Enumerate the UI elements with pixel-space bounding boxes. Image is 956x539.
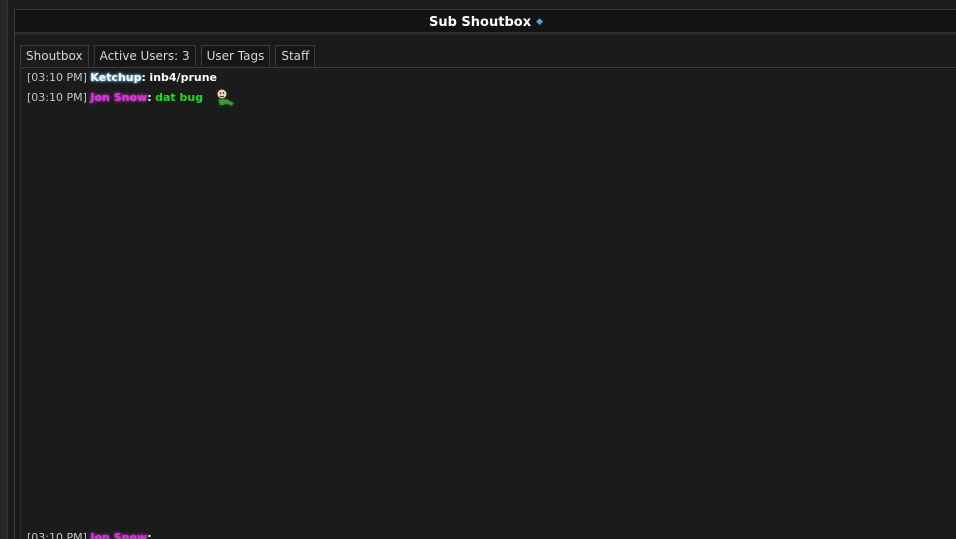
message-separator: : xyxy=(147,531,152,539)
shoutbox-panel: Sub Shoutbox ◆ Shoutbox Active Users: 3 U… xyxy=(14,9,956,539)
tab-user-tags[interactable]: User Tags xyxy=(200,45,271,66)
titlebar-divider xyxy=(15,33,956,35)
chat-message: [03:10 PM] Ketchup: inb4/prune xyxy=(27,69,217,87)
shoutbox-tabs: Shoutbox Active Users: 3 User Tags Staff xyxy=(20,45,316,67)
chat-message-list[interactable]: [03:10 PM] Ketchup: inb4/prune [03:10 PM… xyxy=(20,67,956,539)
message-username[interactable]: Ketchup xyxy=(90,71,141,84)
shoutbox-titlebar: Sub Shoutbox ◆ xyxy=(15,10,956,33)
message-text: dat bug xyxy=(155,91,204,104)
message-timestamp: [03:10 PM] xyxy=(27,531,87,539)
tab-staff[interactable]: Staff xyxy=(275,45,316,66)
message-username[interactable]: Jon Snow xyxy=(90,91,147,104)
message-timestamp: [03:10 PM] xyxy=(27,91,87,104)
diamond-icon: ◆ xyxy=(536,17,543,27)
tab-active-users[interactable]: Active Users: 3 xyxy=(93,45,196,66)
left-rail xyxy=(0,0,8,539)
chat-message: [03:10 PM] Jon Snow: xyxy=(27,529,152,539)
cartoon-character-emote-icon xyxy=(216,88,235,108)
message-username[interactable]: Jon Snow xyxy=(90,531,147,539)
page: Sub Shoutbox ◆ Shoutbox Active Users: 3 U… xyxy=(0,0,956,539)
shoutbox-title: Sub Shoutbox xyxy=(428,15,532,30)
message-timestamp: [03:10 PM] xyxy=(27,71,87,84)
message-separator: : xyxy=(141,71,146,84)
chat-message: [03:10 PM] Jon Snow: dat bug xyxy=(27,88,235,108)
tab-shoutbox[interactable]: Shoutbox xyxy=(20,45,89,66)
message-separator: : xyxy=(147,91,152,104)
message-text: inb4/prune xyxy=(149,71,217,84)
